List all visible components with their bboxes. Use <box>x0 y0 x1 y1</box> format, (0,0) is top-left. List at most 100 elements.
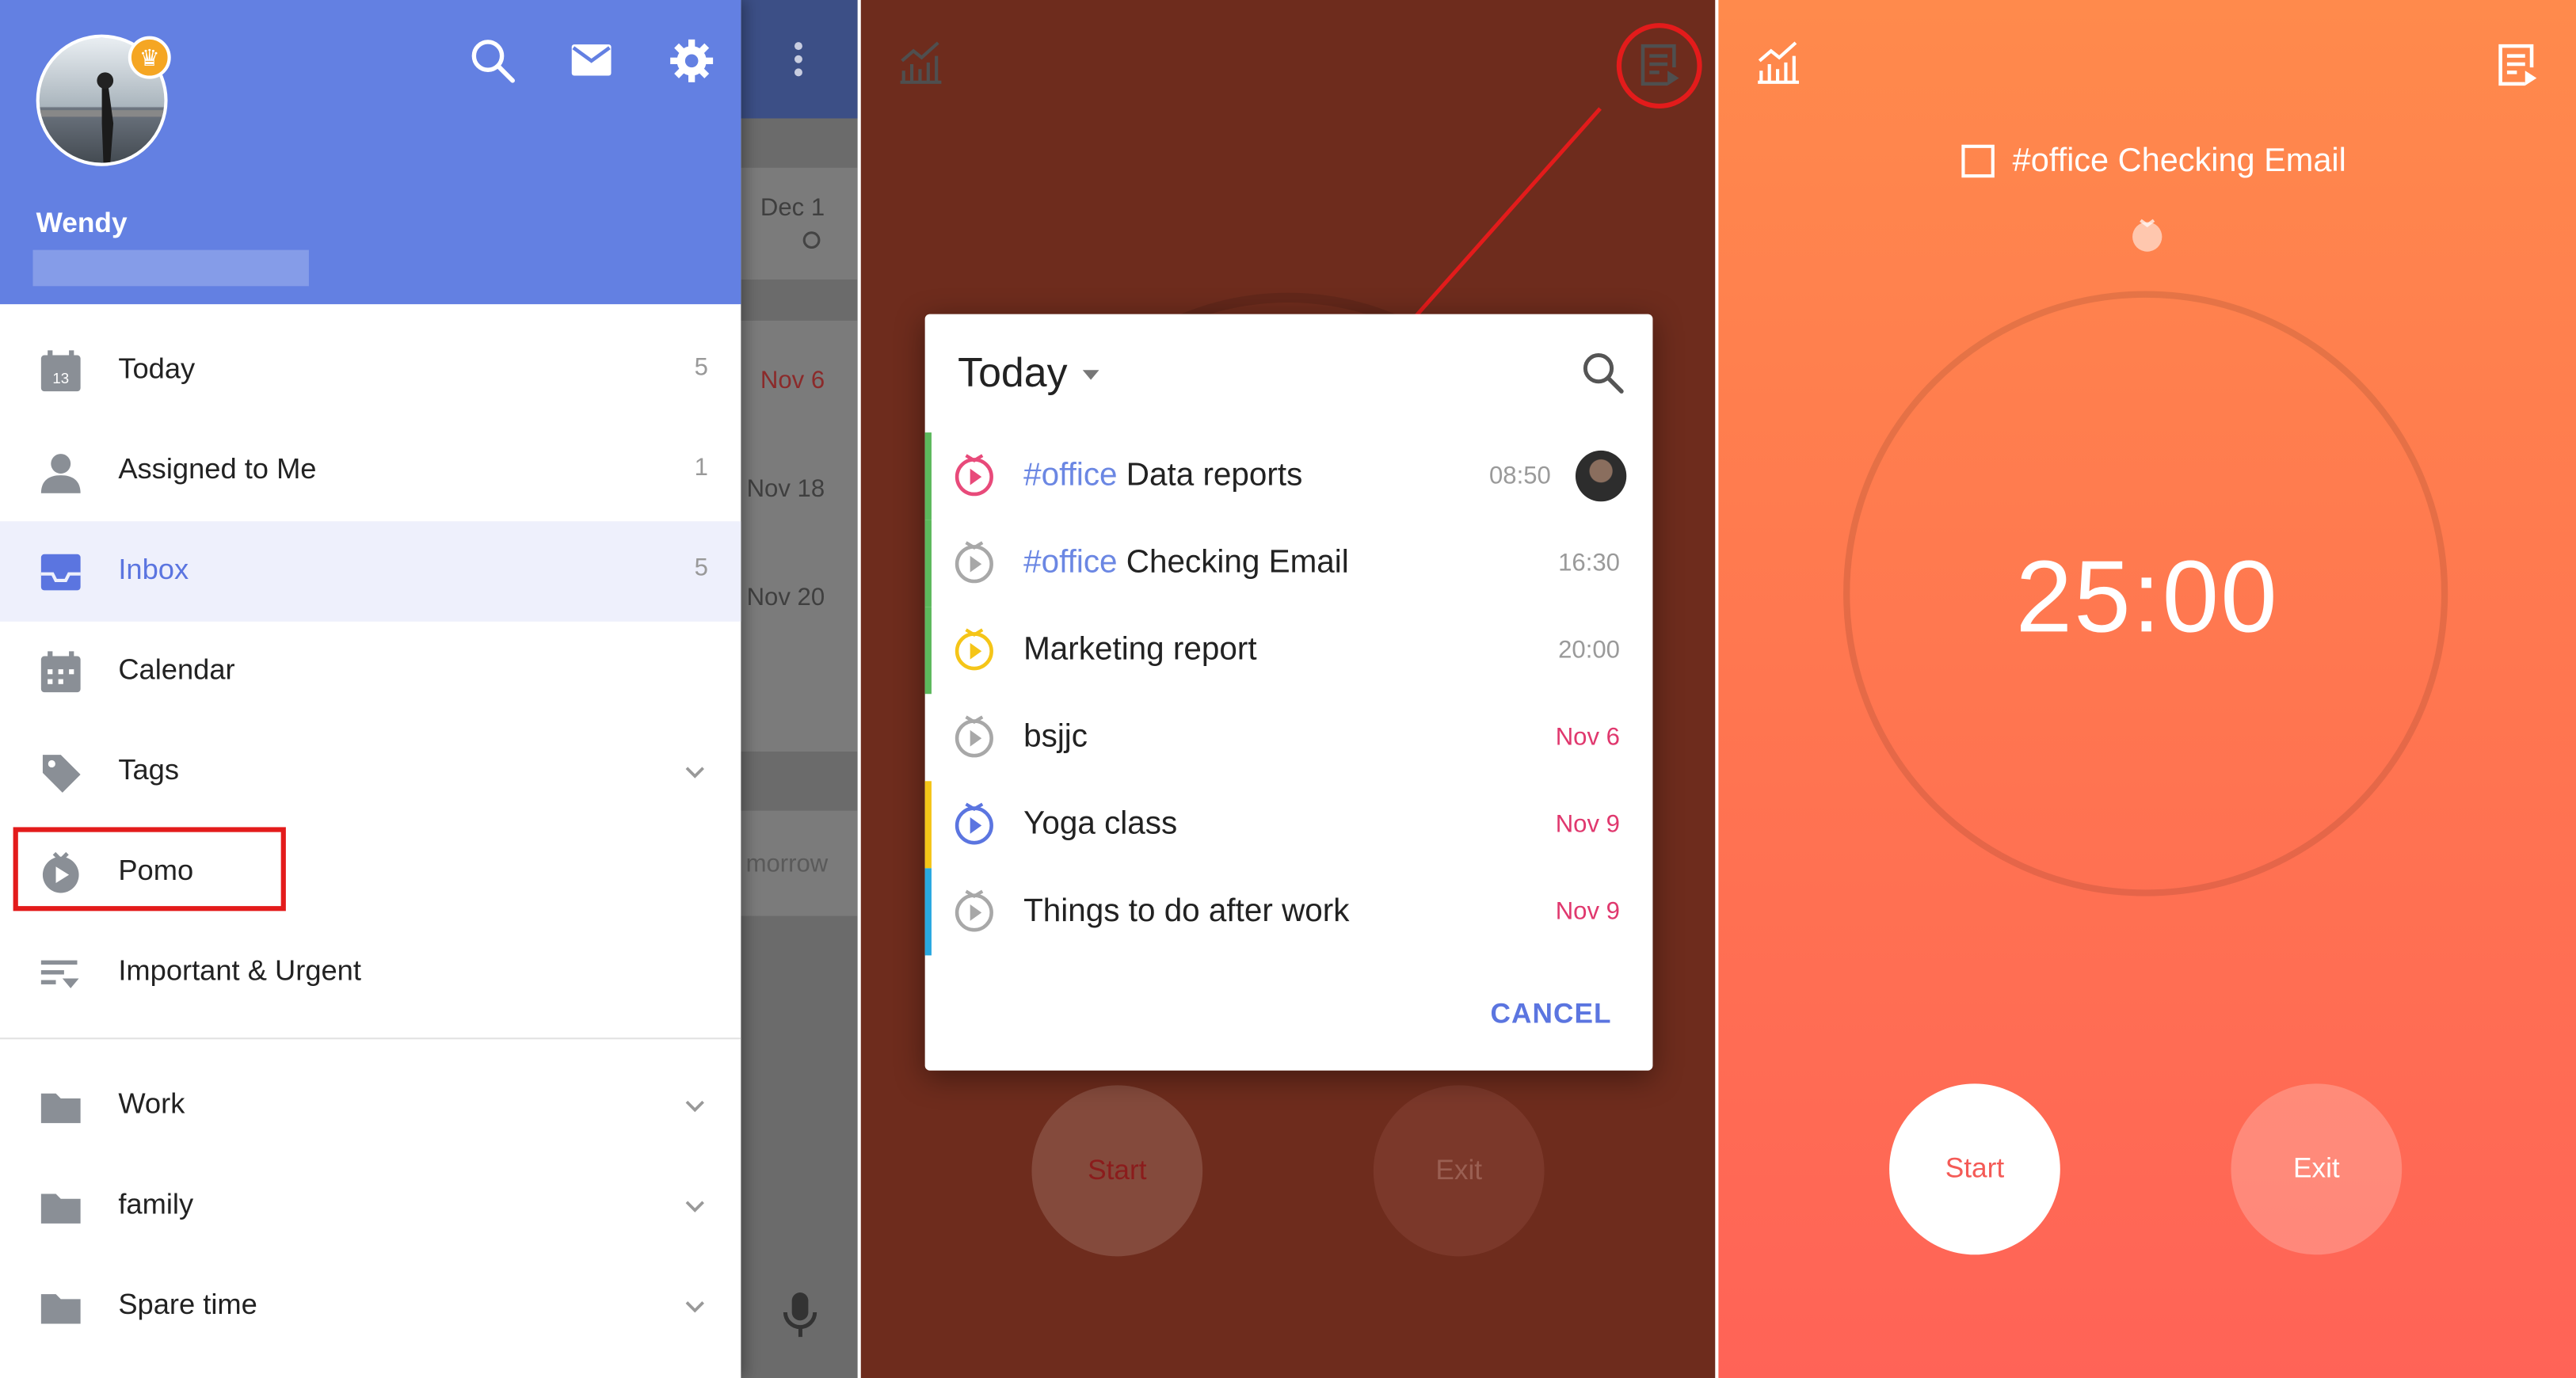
menu-item-count: 1 <box>694 454 708 482</box>
gear-icon[interactable] <box>667 36 716 86</box>
filter-list-icon <box>40 960 79 988</box>
background-date: Nov 20 <box>746 584 825 612</box>
folder-icon <box>40 1193 81 1224</box>
task-row[interactable]: Yoga class Nov 9 <box>924 781 1653 869</box>
microphone-icon[interactable] <box>779 1289 821 1338</box>
highlight-annotation-box <box>13 827 286 912</box>
priority-bar <box>924 432 932 520</box>
background-task-card: Dec 1 <box>739 167 858 280</box>
dialog-title[interactable]: Today <box>958 350 1067 398</box>
task-row[interactable]: Things to do after work Nov 9 <box>924 868 1653 956</box>
task-list-play-icon[interactable] <box>2492 41 2541 90</box>
priority-bar <box>924 868 932 956</box>
folder-icon <box>40 1093 81 1124</box>
calendar-grid-icon <box>40 651 81 693</box>
menu-item-important-urgent[interactable]: Important & Urgent <box>0 923 741 1023</box>
folder-icon <box>40 1294 81 1324</box>
start-button-dimmed[interactable]: Start <box>1031 1085 1203 1257</box>
background-section: morrow <box>739 810 858 916</box>
background-task-list: Nov 6 Nov 18 Nov 20 <box>739 320 858 752</box>
menu-item-assigned-to-me[interactable]: Assigned to Me 1 <box>0 421 741 522</box>
task-title: Yoga class <box>1023 805 1178 843</box>
pomo-task-chooser-screen: Start Exit Today #office Data reports 08:… <box>860 0 1716 1378</box>
menu-item-calendar[interactable]: Calendar <box>0 622 741 722</box>
background-date: Nov 18 <box>746 475 825 504</box>
search-icon[interactable] <box>1580 350 1626 396</box>
list-item-label: Spare time <box>118 1287 257 1321</box>
task-title: Marketing report <box>1023 631 1257 668</box>
user-name: Wendy <box>36 207 128 239</box>
menu-item-label: Tags <box>118 752 180 786</box>
mail-icon[interactable] <box>567 36 616 86</box>
menu-item-count: 5 <box>694 554 708 583</box>
background-date: Dec 1 <box>760 194 825 223</box>
menu-item-label: Assigned to Me <box>118 452 317 485</box>
navigation-drawer: ♛ Wendy 13 Today 5 Assigned to Me 1 Inbo… <box>0 0 741 1378</box>
task-due: 08:50 <box>1488 462 1551 490</box>
pomo-timer-screen: #office Checking Email 25:00 Start Exit <box>1718 0 2576 1378</box>
pomo-play-icon[interactable] <box>953 888 996 934</box>
premium-crown-icon: ♛ <box>128 36 171 79</box>
search-icon[interactable] <box>468 36 517 86</box>
priority-bar <box>924 607 932 695</box>
overflow-menu-icon <box>794 42 802 77</box>
list-item-family[interactable]: family <box>0 1156 741 1257</box>
list-item-work[interactable]: Work <box>0 1056 741 1156</box>
chevron-down-icon[interactable] <box>682 1292 708 1319</box>
menu-item-label: Calendar <box>118 653 235 686</box>
statistics-chart-icon[interactable] <box>895 38 944 87</box>
dropdown-caret-icon[interactable] <box>1082 370 1099 380</box>
task-row[interactable]: Marketing report 20:00 <box>924 607 1653 695</box>
start-button[interactable]: Start <box>1889 1083 2060 1255</box>
background-partial-text: morrow <box>745 850 829 878</box>
tomato-icon <box>2132 219 2163 252</box>
background-toolbar <box>739 0 858 119</box>
inbox-icon <box>40 554 81 591</box>
drawer-screen: Dec 1 Nov 6 Nov 18 Nov 20 morrow ♛ Wendy… <box>0 0 858 1378</box>
person-icon <box>40 454 81 493</box>
menu-item-tags[interactable]: Tags <box>0 722 741 823</box>
pomo-play-icon[interactable] <box>953 452 996 498</box>
divider <box>0 1037 741 1040</box>
task-due: Nov 9 <box>1555 810 1620 839</box>
list-item-label: family <box>118 1187 194 1220</box>
task-due: Nov 9 <box>1555 897 1620 927</box>
svg-text:13: 13 <box>52 370 69 386</box>
task-title: bsjjc <box>1023 718 1088 756</box>
calendar-day-icon: 13 <box>40 350 81 392</box>
exit-button[interactable]: Exit <box>2231 1083 2403 1255</box>
highlight-annotation-circle <box>1616 23 1702 109</box>
task-row[interactable]: #office Checking Email 16:30 <box>924 520 1653 607</box>
exit-button-dimmed[interactable]: Exit <box>1373 1085 1545 1257</box>
pomo-play-icon[interactable] <box>953 626 996 672</box>
task-title: Things to do after work <box>1023 893 1350 930</box>
menu-item-count: 5 <box>694 353 708 382</box>
priority-bar <box>925 694 932 781</box>
assignee-avatar <box>1575 450 1627 502</box>
menu-item-label: Today <box>118 352 196 385</box>
task-chooser-dialog: Today #office Data reports 08:50 #office C… <box>924 314 1653 1071</box>
menu-item-label: Inbox <box>118 552 189 586</box>
chevron-down-icon[interactable] <box>682 1092 708 1118</box>
cancel-button[interactable]: CANCEL <box>1490 998 1611 1031</box>
current-task-title: #office Checking Email <box>2012 143 2346 180</box>
menu-item-today[interactable]: 13 Today 5 <box>0 321 741 421</box>
task-checkbox[interactable] <box>1961 144 1995 178</box>
task-due: 16:30 <box>1558 549 1620 577</box>
pomo-play-icon[interactable] <box>953 539 996 585</box>
repeat-icon <box>802 231 821 249</box>
menu-item-inbox[interactable]: Inbox 5 <box>0 521 741 622</box>
user-email-blurred <box>32 249 309 287</box>
task-row[interactable]: bsjjc Nov 6 <box>925 694 1653 781</box>
priority-bar <box>924 520 932 607</box>
pomo-play-icon[interactable] <box>953 714 996 759</box>
task-row[interactable]: #office Data reports 08:50 <box>924 432 1653 520</box>
list-item-spare-time[interactable]: Spare time <box>0 1256 741 1357</box>
statistics-chart-icon[interactable] <box>1753 38 1802 87</box>
background-date: Nov 6 <box>760 367 825 395</box>
chevron-down-icon[interactable] <box>682 758 708 784</box>
task-due: Nov 6 <box>1555 723 1620 752</box>
task-title: #office Data reports <box>1023 457 1303 493</box>
chevron-down-icon[interactable] <box>682 1192 708 1218</box>
pomo-play-icon[interactable] <box>953 801 996 847</box>
